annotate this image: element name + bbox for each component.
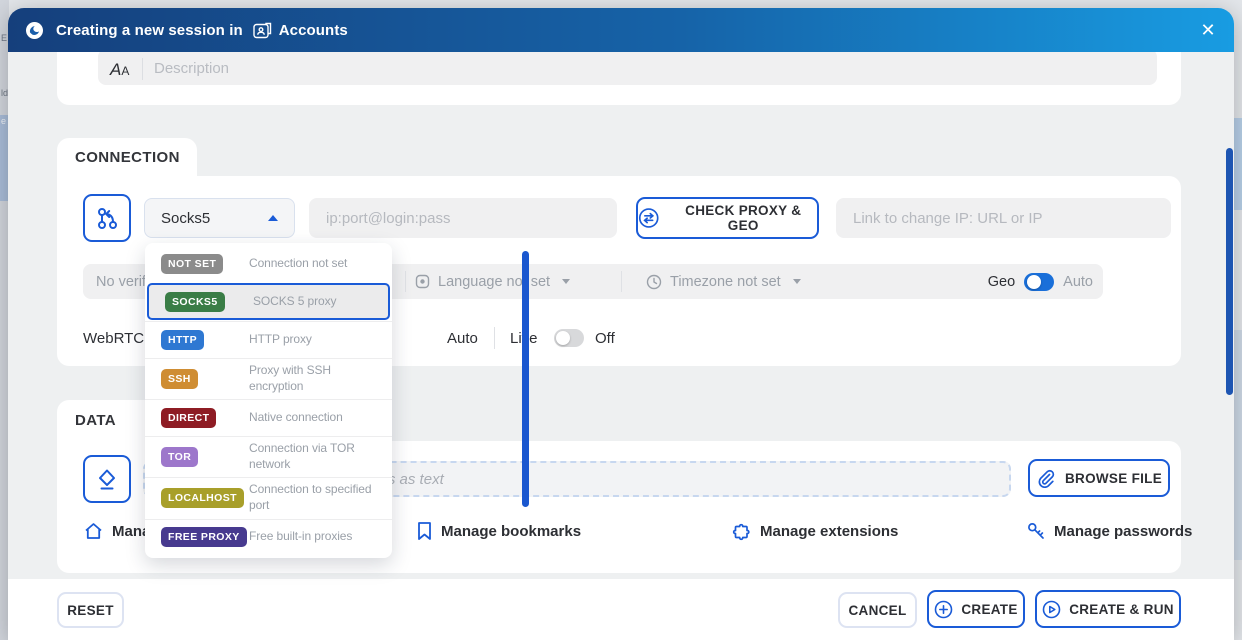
webrtc-mode-value[interactable]: Auto: [447, 323, 478, 353]
description-field[interactable]: AA: [98, 49, 1157, 85]
proxy-type-option[interactable]: HTTP HTTP proxy: [145, 321, 392, 358]
description-input[interactable]: [154, 55, 754, 81]
modal-footer: RESET CANCEL CREATE CREATE & RUN: [8, 579, 1234, 640]
chevron-down-icon: [792, 279, 801, 284]
proxy-type-description: Proxy with SSH encryption: [249, 363, 331, 393]
toggle-knob: [1027, 274, 1042, 289]
play-circle-icon: [1042, 600, 1061, 618]
proxy-type-option[interactable]: SSH Proxy with SSH encryption: [145, 358, 392, 399]
timezone-select[interactable]: Timezone not set: [646, 264, 801, 299]
proxy-type-select[interactable]: Socks5: [144, 198, 295, 238]
language-icon: [415, 274, 430, 289]
font-aa-icon: AA: [110, 60, 130, 79]
create-button[interactable]: CREATE: [927, 590, 1025, 628]
proxy-type-value: Socks5: [161, 209, 211, 227]
plus-circle-icon: [935, 600, 953, 618]
bar-divider: [405, 271, 406, 292]
bg-text-fragment: E: [1, 33, 8, 43]
check-proxy-geo-button[interactable]: CHECK PROXY & GEO: [636, 197, 819, 239]
modal-header: Creating a new session in Accounts ✕: [8, 8, 1234, 52]
proxy-type-badge: SOCKS5: [165, 291, 225, 312]
change-ip-link-input[interactable]: [836, 198, 1171, 238]
bg-text-fragment: e: [1, 116, 7, 126]
webrtc-live-value: Off: [595, 329, 615, 347]
proxy-type-description: SOCKS 5 proxy: [253, 293, 337, 308]
tab-connection[interactable]: CONNECTION: [57, 138, 197, 176]
proxy-type-badge: DIRECT: [161, 407, 217, 428]
proxy-type-option[interactable]: DIRECT Native connection: [145, 399, 392, 436]
proxy-type-option[interactable]: TOR Connection via TOR network: [145, 436, 392, 477]
toggle-knob: [556, 331, 570, 345]
clock-icon: [646, 274, 662, 289]
modal-context-label: Accounts: [278, 21, 348, 39]
proxy-type-description: Connection to specified port: [249, 482, 372, 512]
geo-value: Auto: [1063, 273, 1093, 290]
bg-block: [1233, 330, 1242, 560]
dropdown-scrollbar[interactable]: [522, 251, 529, 507]
proxy-type-description: Connection not set: [249, 255, 348, 270]
create-and-run-button[interactable]: CREATE & RUN: [1035, 590, 1181, 628]
proxy-type-badge: HTTP: [161, 329, 205, 350]
accounts-card-icon: [253, 22, 272, 39]
create-session-modal: Creating a new session in Accounts ✕ AA …: [8, 8, 1234, 640]
modal-scrollbar[interactable]: [1226, 148, 1233, 395]
proxy-type-option[interactable]: NOT SET Connection not set: [145, 245, 392, 282]
proxy-type-dropdown: NOT SET Connection not set SOCKS5 SOCKS …: [145, 243, 392, 558]
proxy-type-description: HTTP proxy: [249, 331, 312, 346]
proxy-nodes-icon: [83, 194, 131, 242]
cancel-button[interactable]: CANCEL: [838, 592, 917, 628]
manage-bookmarks-link[interactable]: Manage bookmarks: [416, 521, 581, 541]
manage-passwords-link[interactable]: Manage passwords: [1026, 521, 1192, 541]
modal-title: Creating a new session in: [56, 21, 243, 39]
paperclip-icon: [1038, 469, 1055, 488]
row-divider: [494, 327, 495, 349]
geo-label: Geo: [987, 273, 1016, 290]
cookies-icon: [83, 455, 131, 503]
proxy-type-option[interactable]: FREE PROXY Free built-in proxies: [145, 518, 392, 556]
home-icon: [85, 523, 102, 539]
puzzle-icon: [732, 523, 750, 541]
webrtc-label: WebRTC: [83, 329, 145, 347]
language-select[interactable]: Language not set: [415, 264, 571, 299]
field-divider: [142, 58, 143, 80]
background-app-right-edge: [1233, 0, 1242, 640]
proxy-type-badge: SSH: [161, 368, 198, 389]
proxy-type-badge: TOR: [161, 446, 199, 467]
swap-arrows-icon: [638, 208, 659, 228]
browse-file-button[interactable]: BROWSE FILE: [1028, 459, 1170, 497]
proxy-type-description: Free built-in proxies: [249, 529, 353, 544]
proxy-type-option[interactable]: SOCKS5 SOCKS 5 proxy: [147, 283, 390, 320]
bg-block: [1233, 118, 1242, 210]
proxy-type-option[interactable]: LOCALHOST Connection to specified port: [145, 477, 392, 518]
geo-setting: Geo Auto: [988, 264, 1093, 299]
key-icon: [1028, 523, 1044, 539]
proxy-address-input[interactable]: [309, 198, 617, 238]
proxy-type-description: Connection via TOR network: [249, 441, 355, 471]
app-logo-icon: [26, 21, 43, 39]
bookmark-icon: [418, 522, 431, 540]
reset-button[interactable]: RESET: [57, 592, 124, 628]
chevron-down-icon: [562, 279, 571, 284]
bar-divider: [621, 271, 622, 292]
proxy-type-badge: LOCALHOST: [161, 487, 244, 508]
proxy-type-badge: NOT SET: [161, 253, 224, 274]
proxy-type-badge: FREE PROXY: [161, 527, 247, 548]
manage-extensions-link[interactable]: Manage extensions: [731, 521, 898, 542]
bg-text-fragment: ld: [1, 88, 9, 98]
webrtc-live-toggle[interactable]: [554, 329, 584, 347]
proxy-type-description: Native connection: [249, 409, 343, 424]
close-icon[interactable]: ✕: [1198, 20, 1218, 40]
geo-toggle[interactable]: [1024, 272, 1055, 291]
chevron-up-icon: [268, 215, 278, 221]
description-card: AA: [57, 46, 1181, 105]
